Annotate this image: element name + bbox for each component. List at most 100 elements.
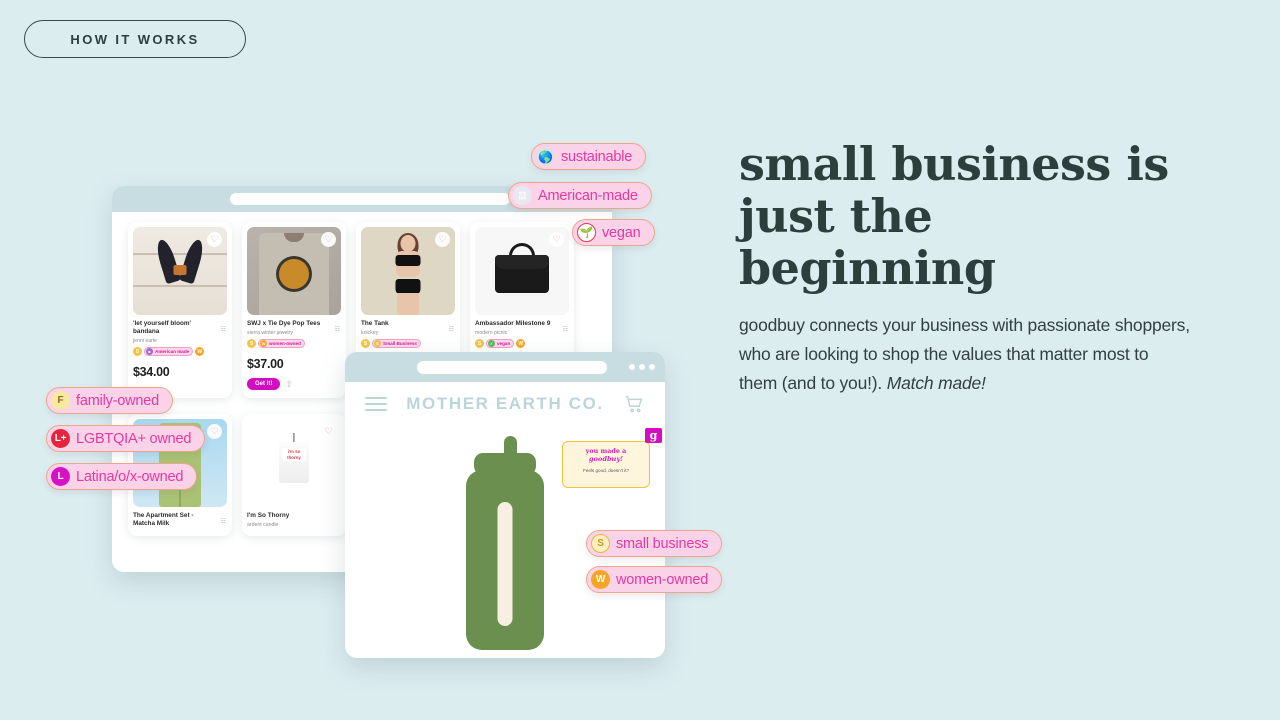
candle-label-line-1: i'm so — [287, 449, 301, 454]
headline-line-1: small business is — [739, 137, 1169, 191]
american-made-badge-label: American made — [155, 349, 190, 354]
small-business-badge-icon: S — [133, 347, 142, 356]
shopping-cart-icon[interactable] — [623, 393, 645, 415]
value-pill-label: sustainable — [561, 148, 633, 165]
small-business-badge-icon: S — [247, 339, 256, 348]
value-pill-lgbtqia-owned[interactable]: L+ LGBTQIA+ owned — [46, 425, 206, 452]
globe-icon: 🌎 — [536, 147, 555, 166]
product-name: The Apartment Set - Matcha Milk — [133, 512, 194, 527]
small-business-badge: S Small Business — [372, 339, 421, 348]
flag-icon: 🇺 — [513, 186, 532, 205]
flag-icon: ■ — [146, 348, 153, 355]
small-business-badge-label: Small Business — [383, 341, 417, 346]
women-owned-badge-icon: W — [195, 347, 205, 356]
product-image[interactable]: i'm so thorny ♡ — [247, 419, 341, 507]
small-business-badge-icon: S — [591, 534, 610, 553]
body-text-emphasis: Match made! — [886, 373, 986, 393]
value-pill-latinx-owned[interactable]: L Latina/o/x-owned — [46, 463, 198, 490]
value-pill-sustainable[interactable]: 🌎 sustainable — [531, 143, 647, 170]
value-pill-label: American-made — [538, 187, 638, 204]
bookmark-icon[interactable]: ☷ — [563, 326, 568, 333]
goodbuy-logo-badge[interactable]: g — [645, 428, 662, 443]
american-made-badge: ■ American made — [144, 347, 194, 356]
value-pill-family-owned[interactable]: F family-owned — [46, 387, 174, 414]
small-business-icon: S — [374, 340, 381, 347]
goodbuy-tooltip: you made a goodbuy! Feels good, doesn't … — [562, 441, 650, 488]
sprout-icon: ✓ — [488, 340, 495, 347]
address-bar[interactable] — [230, 193, 510, 205]
tooltip-line-1: you made a — [585, 447, 627, 455]
favorite-heart-icon[interactable]: ♡ — [435, 232, 450, 247]
product-image[interactable]: ♡ — [133, 227, 227, 315]
favorite-heart-icon[interactable]: ♡ — [207, 424, 222, 439]
product-price: $34.00 — [133, 365, 170, 379]
value-pill-label: family-owned — [76, 392, 160, 409]
product-card[interactable]: ♡ SWJ x Tie Dye Pop Tees ☷ sierra winter… — [242, 222, 346, 398]
favorite-heart-icon[interactable]: ♡ — [321, 232, 336, 247]
product-image[interactable]: ♡ — [475, 227, 569, 315]
product-shop: sierra winter jewelry — [247, 330, 293, 336]
how-it-works-button[interactable]: HOW IT WORKS — [24, 20, 246, 58]
product-name: 'let yourself bloom' bandana — [133, 320, 192, 335]
women-owned-badge-icon: W — [591, 570, 610, 589]
latinx-badge-icon: L — [51, 467, 70, 486]
value-pill-women-owned[interactable]: W women-owned — [586, 566, 723, 593]
favorite-heart-icon[interactable]: ♡ — [321, 424, 336, 439]
product-badges: S ■ American made W — [133, 347, 227, 356]
product-card[interactable]: i'm so thorny ♡ I'm So Thorny ardent can… — [242, 414, 346, 536]
bookmark-icon[interactable]: ☷ — [335, 326, 340, 333]
family-badge-icon: F — [51, 391, 70, 410]
tooltip-subtext: Feels good, doesn't it? — [582, 468, 630, 473]
value-pill-label: Latina/o/x-owned — [76, 468, 184, 485]
product-image[interactable]: ♡ — [361, 227, 455, 315]
product-price: $37.00 — [247, 357, 284, 371]
product-card[interactable]: ♡ 'let yourself bloom' bandana ☷ jenni e… — [128, 222, 232, 398]
tooltip-line-2: goodbuy! — [588, 455, 624, 463]
women-owned-badge: W women-owned — [258, 339, 305, 348]
value-pill-label: LGBTQIA+ owned — [76, 430, 192, 447]
browser-window-store[interactable]: MOTHER EARTH CO. — [345, 352, 665, 658]
hamburger-menu-icon[interactable] — [365, 397, 387, 411]
women-owned-badge-label: women-owned — [269, 341, 301, 346]
page-title: small business is just the beginning — [739, 138, 1191, 294]
value-pill-label: small business — [616, 535, 709, 552]
product-actions: Get it! ⇧ — [247, 378, 341, 390]
copy-block: small business is just the beginning goo… — [739, 138, 1191, 398]
bookmark-icon[interactable]: ☷ — [449, 326, 454, 333]
bookmark-icon[interactable]: ☷ — [221, 518, 226, 525]
product-image[interactable]: ♡ — [247, 227, 341, 315]
get-it-button[interactable]: Get it! — [247, 378, 281, 390]
store-name: MOTHER EARTH CO. — [406, 394, 604, 413]
product-name: The Tank — [361, 320, 389, 327]
share-icon[interactable]: ⇧ — [285, 379, 293, 390]
bookmark-icon[interactable]: ☷ — [221, 326, 226, 333]
browser-chrome — [345, 352, 665, 382]
small-business-badge-icon: S — [361, 339, 370, 348]
product-badges: S S Small Business — [361, 339, 455, 348]
vegan-badge: ✓ vegan — [486, 339, 515, 348]
value-pill-label: vegan — [602, 224, 641, 241]
value-pill-american-made[interactable]: 🇺 American-made — [508, 182, 652, 209]
small-business-badge-icon: S — [475, 339, 484, 348]
body-text: goodbuy connects your business with pass… — [739, 311, 1191, 398]
favorite-heart-icon[interactable]: ♡ — [549, 232, 564, 247]
headline-line-2: just the beginning — [739, 189, 996, 295]
product-shop: ardent candle — [247, 522, 279, 528]
product-name: Ambassador Milestone 9 — [475, 320, 551, 327]
women-owned-badge-icon: W — [516, 339, 526, 348]
how-it-works-label: HOW IT WORKS — [70, 31, 200, 47]
favorite-heart-icon[interactable]: ♡ — [207, 232, 222, 247]
product-name: I'm So Thorny — [247, 512, 290, 519]
value-pill-vegan[interactable]: 🌱 vegan — [572, 219, 655, 246]
women-owned-icon: W — [260, 340, 267, 347]
product-badges: S ✓ vegan W — [475, 339, 569, 348]
window-controls[interactable] — [629, 364, 655, 370]
vegan-badge-label: vegan — [497, 341, 511, 346]
sprout-icon: 🌱 — [577, 223, 596, 242]
candle-label-line-2: thorny — [287, 455, 301, 460]
lgbtqia-badge-icon: L+ — [51, 429, 70, 448]
product-badges: S W women-owned — [247, 339, 341, 348]
value-pill-label: women-owned — [616, 571, 709, 588]
value-pill-small-business[interactable]: S small business — [586, 530, 723, 557]
address-bar[interactable] — [417, 360, 607, 374]
